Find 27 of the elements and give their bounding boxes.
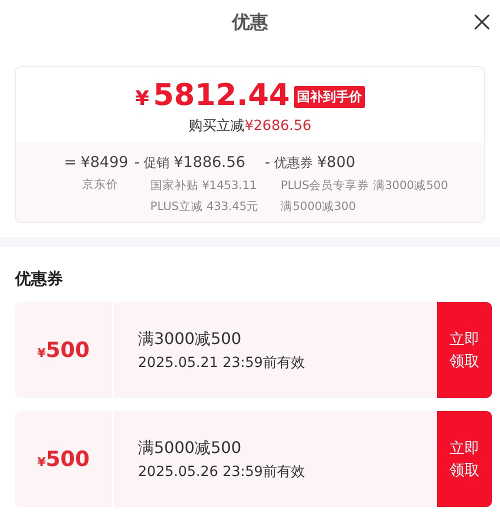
coupon-expiry: 2025.05.26 23:59前有效	[138, 462, 306, 480]
coupon-condition: 满3000减500	[138, 328, 242, 350]
breakdown-note: 满5000减300	[280, 199, 357, 214]
breakdown-note: 国家补贴 ¥1453.11	[149, 178, 258, 193]
operator: -	[134, 153, 140, 171]
operator: -	[264, 153, 270, 171]
coupon-value: ¥500	[37, 447, 90, 471]
breakdown-note: 京东价	[81, 177, 119, 192]
coupon-value: ¥500	[37, 338, 90, 362]
saving-text: 购买立减¥2686.56	[188, 117, 312, 135]
operator: =	[64, 153, 77, 171]
coupon-expiry: 2025.05.21 23:59前有效	[138, 354, 306, 372]
price-tag: 国补到手价	[294, 86, 365, 108]
breakdown-label: 促销	[144, 155, 170, 172]
breakdown-amount: ¥1886.56	[174, 153, 246, 171]
breakdown-amount: ¥8499	[80, 153, 128, 171]
breakdown-label: 优惠券	[274, 155, 314, 172]
claim-button[interactable]: 立即领取	[437, 411, 492, 507]
section-title: 优惠券	[15, 269, 64, 290]
final-price: ¥5812.44	[135, 79, 290, 115]
breakdown-note: PLUS立减 433.45元	[149, 199, 259, 214]
breakdown-amount: ¥800	[317, 153, 356, 171]
dialog-title: 优惠	[232, 11, 268, 34]
breakdown-note: PLUS会员专享券 满3000减500	[280, 178, 448, 193]
close-icon[interactable]	[474, 14, 490, 30]
claim-button[interactable]: 立即领取	[437, 302, 492, 398]
coupon-condition: 满5000减500	[138, 438, 242, 458]
